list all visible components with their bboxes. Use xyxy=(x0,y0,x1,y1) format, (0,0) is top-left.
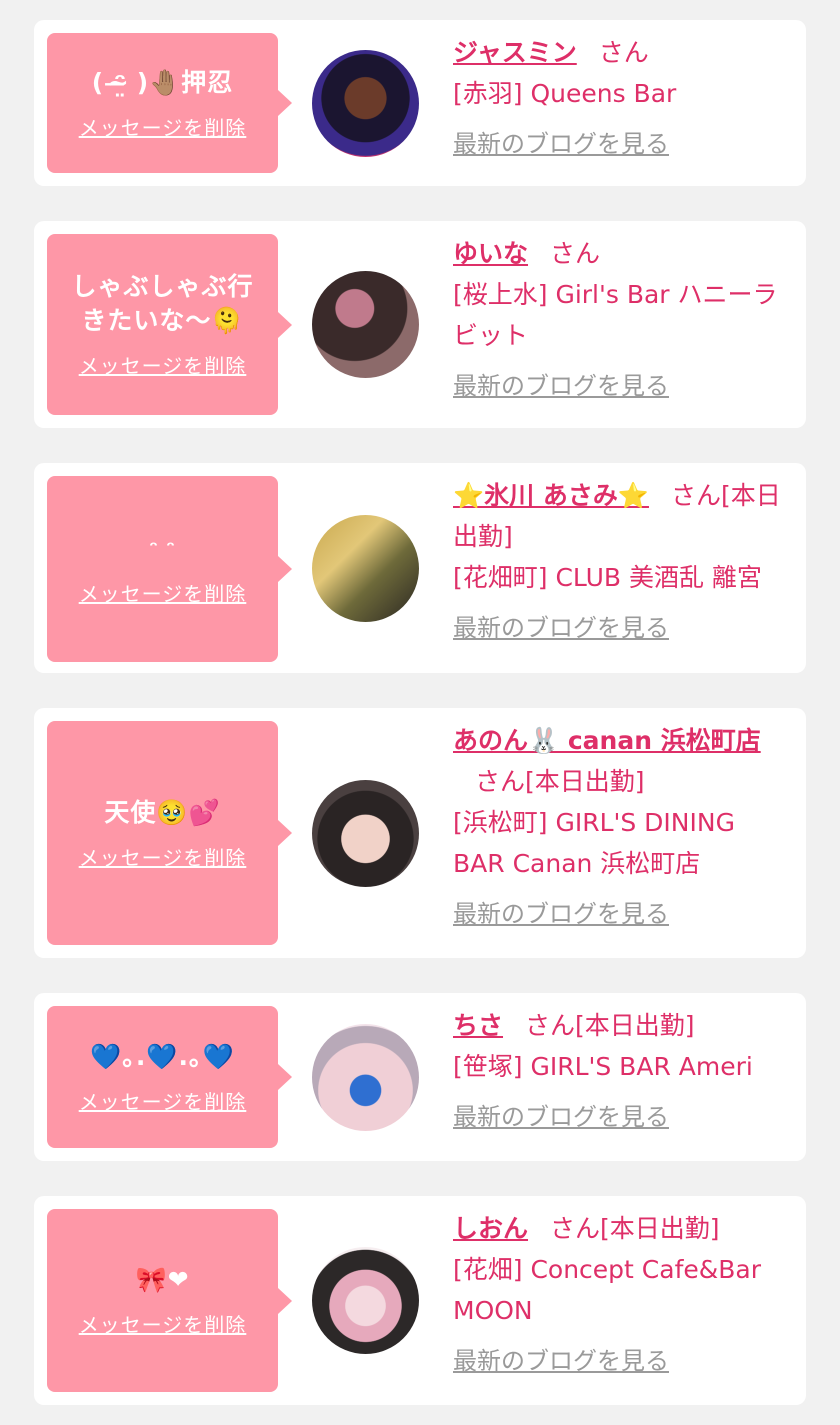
message-text: 🎀❤ xyxy=(135,1265,190,1294)
cast-name-link[interactable]: あのん🐰 canan 浜松町店 xyxy=(453,726,761,755)
message-text: 💙｡.💙.｡💙 xyxy=(90,1041,235,1071)
honorific: さん[本日出勤] xyxy=(525,1011,695,1040)
favorite-card: 天使🥹💕 メッセージを削除 あのん🐰 canan 浜松町店さん[本日出勤] [浜… xyxy=(34,708,806,958)
delete-message-link[interactable]: メッセージを削除 xyxy=(79,112,247,141)
message-bubble: ( ᵔ̴̶̤ )🤚🏽押忍 メッセージを削除 xyxy=(47,33,292,173)
avatar[interactable] xyxy=(312,1024,419,1131)
favorite-card: ᵔ ᵔ メッセージを削除 ⭐氷川 あさみ⭐ さん[本日出勤] [花畑町] CLUB… xyxy=(34,463,806,673)
latest-blog-link[interactable]: 最新のブログを見る xyxy=(453,608,669,649)
profile-info: ちさ さん[本日出勤] [笹塚] GIRL'S BAR Ameri 最新のブログを… xyxy=(453,1005,794,1138)
message-text: しゃぶしゃぶ行きたいな〜🫠 xyxy=(71,272,254,335)
cast-name-link[interactable]: ジャスミン xyxy=(453,38,577,67)
message-bubble: 🎀❤ メッセージを削除 xyxy=(47,1209,292,1392)
avatar[interactable] xyxy=(312,515,419,622)
latest-blog-link[interactable]: 最新のブログを見る xyxy=(453,1341,669,1382)
profile-info: ジャスミン さん [赤羽] Queens Bar 最新のブログを見る xyxy=(453,32,794,165)
favorite-card: 🎀❤ メッセージを削除 しおん さん[本日出勤] [花畑] Concept Caf… xyxy=(34,1196,806,1405)
shop-text: [浜松町] GIRL'S DINING BAR Canan 浜松町店 xyxy=(453,808,735,878)
cast-name-link[interactable]: ちさ xyxy=(453,1011,503,1040)
message-text: ᵔ ᵔ xyxy=(149,537,176,559)
profile-info: あのん🐰 canan 浜松町店さん[本日出勤] [浜松町] GIRL'S DIN… xyxy=(453,720,794,935)
avatar[interactable] xyxy=(312,1247,419,1354)
honorific: さん[本日出勤] xyxy=(475,767,645,796)
honorific: さん[本日出勤] xyxy=(550,1214,720,1243)
avatar[interactable] xyxy=(312,780,419,887)
profile-info: しおん さん[本日出勤] [花畑] Concept Cafe&Bar MOON 最… xyxy=(453,1208,794,1382)
shop-text: [笹塚] GIRL'S BAR Ameri xyxy=(453,1052,753,1081)
favorite-card: 💙｡.💙.｡💙 メッセージを削除 ちさ さん[本日出勤] [笹塚] GIRL'S … xyxy=(34,993,806,1161)
favorite-card: しゃぶしゃぶ行きたいな〜🫠 メッセージを削除 ゆいな さん [桜上水] Girl'… xyxy=(34,221,806,428)
shop-text: [赤羽] Queens Bar xyxy=(453,79,677,108)
shop-text: [花畑町] CLUB 美酒乱 離宮 xyxy=(453,563,762,592)
latest-blog-link[interactable]: 最新のブログを見る xyxy=(453,366,669,407)
delete-message-link[interactable]: メッセージを削除 xyxy=(79,1086,247,1115)
message-text: 天使🥹💕 xyxy=(104,797,221,827)
message-bubble: しゃぶしゃぶ行きたいな〜🫠 メッセージを削除 xyxy=(47,234,292,415)
profile-info: ⭐氷川 あさみ⭐ さん[本日出勤] [花畑町] CLUB 美酒乱 離宮 最新のブロ… xyxy=(453,475,794,649)
latest-blog-link[interactable]: 最新のブログを見る xyxy=(453,894,669,935)
cast-name-link[interactable]: ⭐氷川 あさみ⭐ xyxy=(453,481,649,510)
message-bubble: 天使🥹💕 メッセージを削除 xyxy=(47,721,292,945)
cast-name-link[interactable]: ゆいな xyxy=(453,239,528,268)
shop-text: [花畑] Concept Cafe&Bar MOON xyxy=(453,1255,761,1325)
message-bubble: ᵔ ᵔ メッセージを削除 xyxy=(47,476,292,662)
avatar[interactable] xyxy=(312,50,419,157)
delete-message-link[interactable]: メッセージを削除 xyxy=(79,1309,247,1338)
latest-blog-link[interactable]: 最新のブログを見る xyxy=(453,1097,669,1138)
favorite-card: ( ᵔ̴̶̤ )🤚🏽押忍 メッセージを削除 ジャスミン さん [赤羽] Queen… xyxy=(34,20,806,186)
message-text: ( ᵔ̴̶̤ )🤚🏽押忍 xyxy=(91,67,234,97)
shop-text: [桜上水] Girl's Bar ハニーラビット xyxy=(453,280,778,350)
profile-info: ゆいな さん [桜上水] Girl's Bar ハニーラビット 最新のブログを見る xyxy=(453,233,794,407)
delete-message-link[interactable]: メッセージを削除 xyxy=(79,842,247,871)
delete-message-link[interactable]: メッセージを削除 xyxy=(79,578,247,607)
cast-name-link[interactable]: しおん xyxy=(453,1214,528,1243)
honorific: さん xyxy=(598,38,649,67)
latest-blog-link[interactable]: 最新のブログを見る xyxy=(453,124,669,165)
avatar[interactable] xyxy=(312,271,419,378)
message-bubble: 💙｡.💙.｡💙 メッセージを削除 xyxy=(47,1006,292,1148)
honorific: さん xyxy=(550,239,601,268)
delete-message-link[interactable]: メッセージを削除 xyxy=(79,350,247,379)
